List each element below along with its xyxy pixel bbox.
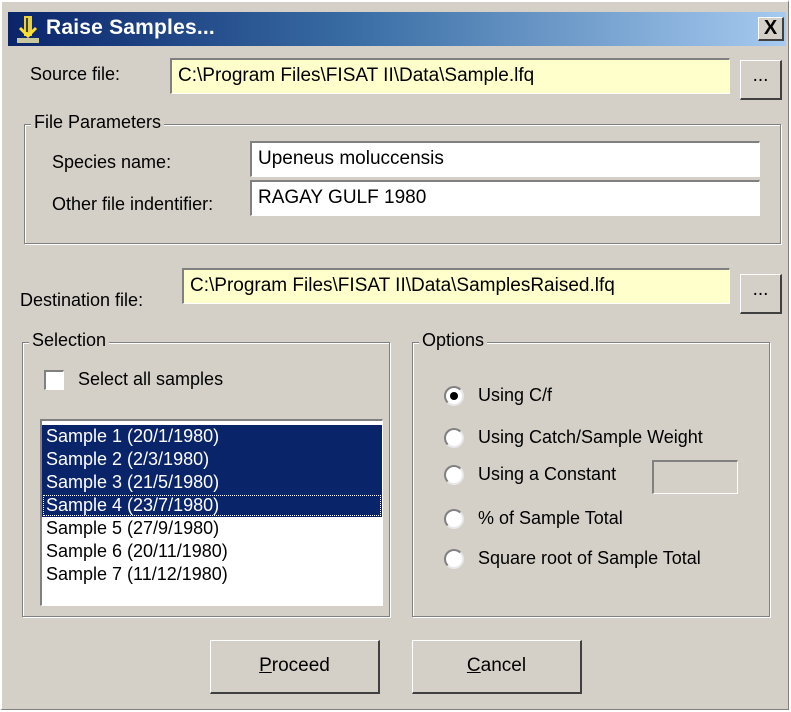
select-all-label[interactable]: Select all samples [78,369,223,390]
cancel-button[interactable]: Cancel [412,640,582,694]
fish-app-icon [17,16,39,43]
sample-list-item[interactable]: Sample 4 (23/7/1980) [42,494,382,517]
proceed-label: roceed [271,655,330,676]
raise-samples-dialog: Raise Samples... X Source file: C:\Progr… [0,0,789,710]
source-browse-button[interactable]: ... [740,60,782,100]
other-identifier-label: Other file indentifier: [52,194,214,214]
selection-legend: Selection [29,330,110,351]
sample-listbox[interactable]: Sample 1 (20/1/1980) Sample 2 (2/3/1980) S… [40,419,383,606]
radio-selected-dot [450,392,458,400]
title-bar[interactable]: Raise Samples... X [8,12,786,46]
cancel-label: ancel [480,655,527,676]
cancel-mnemonic: C [466,655,481,676]
option-radio[interactable] [444,386,464,406]
source-file-label: Source file: [30,64,121,84]
option-radio[interactable] [444,509,464,529]
destination-file-label: Destination file: [20,290,144,310]
close-button[interactable]: X [758,17,784,41]
select-all-checkbox[interactable] [44,370,64,390]
option-label[interactable]: Using C/f [478,385,552,406]
file-parameters-legend: File Parameters [31,112,165,133]
species-name-input[interactable]: Upeneus moluccensis [250,141,760,177]
option-radio[interactable] [444,465,464,485]
constant-input[interactable] [652,460,738,494]
sample-list-item[interactable]: Sample 2 (2/3/1980) [42,448,382,471]
sample-list-item[interactable]: Sample 1 (20/1/1980) [42,425,382,448]
window-title: Raise Samples... [46,16,215,39]
sample-list-item[interactable]: Sample 3 (21/5/1980) [42,471,382,494]
destination-browse-button[interactable]: ... [740,274,782,314]
source-file-input[interactable]: C:\Program Files\FISAT II\Data\Sample.lf… [170,58,730,94]
proceed-mnemonic: P [259,655,272,676]
sample-list-item[interactable]: Sample 5 (27/9/1980) [42,517,382,540]
option-label[interactable]: Using a Constant [478,464,616,485]
option-label[interactable]: Square root of Sample Total [478,548,701,569]
option-radio[interactable] [444,549,464,569]
other-identifier-input[interactable]: RAGAY GULF 1980 [250,180,760,216]
options-legend: Options [419,330,488,351]
destination-file-input[interactable]: C:\Program Files\FISAT II\Data\SamplesRa… [182,268,730,304]
option-label[interactable]: % of Sample Total [478,508,623,529]
option-label[interactable]: Using Catch/Sample Weight [478,427,703,448]
sample-list-item[interactable]: Sample 7 (11/12/1980) [42,563,382,586]
sample-list-item[interactable]: Sample 6 (20/11/1980) [42,540,382,563]
species-name-label: Species name: [52,152,172,172]
option-radio[interactable] [444,428,464,448]
proceed-button[interactable]: Proceed [210,640,380,694]
